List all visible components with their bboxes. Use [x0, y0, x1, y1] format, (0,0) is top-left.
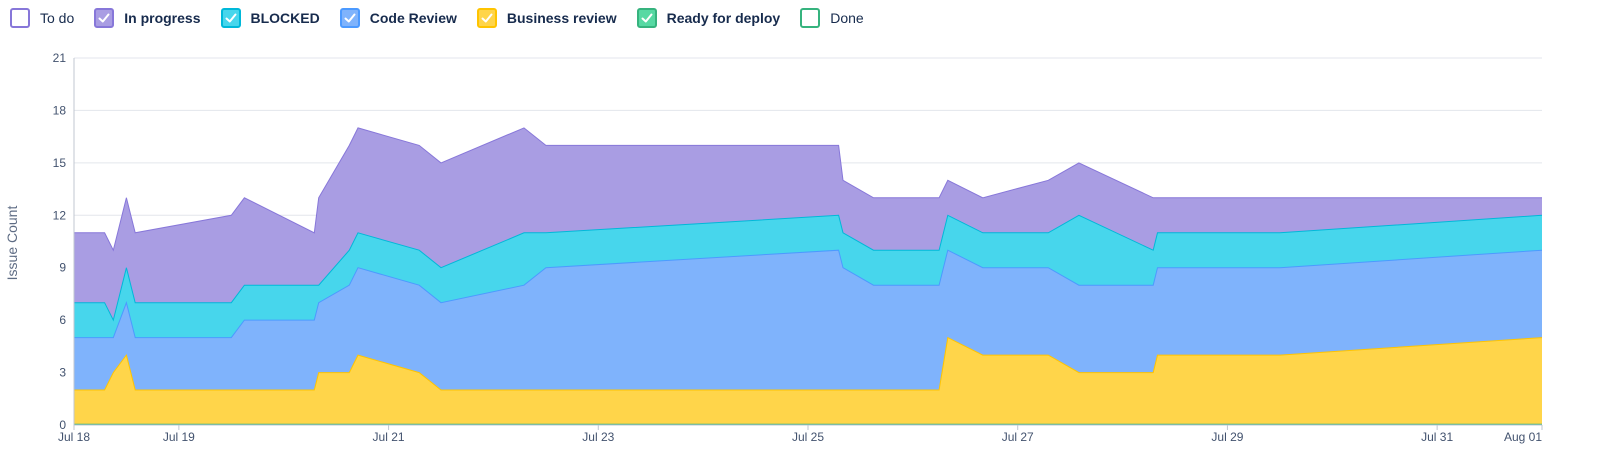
- x-tick-label: Jul 23: [582, 430, 614, 444]
- x-tick-label: Jul 21: [373, 430, 405, 444]
- y-axis-title: Issue Count: [4, 206, 20, 281]
- x-tick-label: Jul 25: [792, 430, 824, 444]
- x-tick-label: Jul 31: [1421, 430, 1453, 444]
- y-tick-label: 6: [59, 313, 66, 327]
- cumulative-flow-chart: 036912151821Jul 18 Jul 19 Jul 21 Jul 23 Jul …: [4, 51, 1543, 444]
- x-tick-label: Jul 19: [163, 430, 195, 444]
- x-tick-label: Jul 27: [1002, 430, 1034, 444]
- x-tick-label: Aug 01: [1504, 430, 1542, 444]
- y-tick-label: 9: [59, 261, 66, 275]
- x-tick-label: Jul 29: [1211, 430, 1243, 444]
- y-tick-label: 21: [53, 51, 67, 65]
- y-tick-label: 3: [59, 366, 66, 380]
- y-tick-label: 18: [53, 103, 67, 117]
- y-tick-label: 15: [53, 156, 67, 170]
- y-tick-label: 12: [53, 208, 67, 222]
- x-tick-label: Jul 18: [58, 430, 90, 444]
- area-layer: [74, 127, 1543, 426]
